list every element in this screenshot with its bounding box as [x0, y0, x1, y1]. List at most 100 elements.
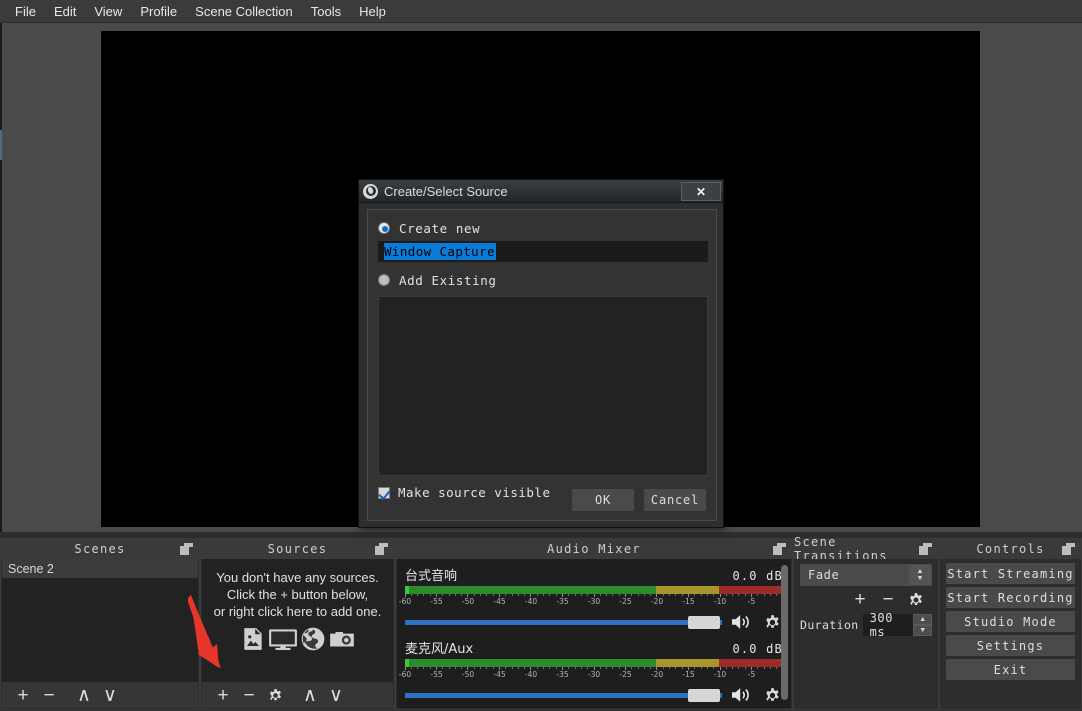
menu-item-help[interactable]: Help — [350, 1, 395, 22]
float-panel-icon[interactable] — [375, 543, 388, 555]
exit-button[interactable]: Exit — [946, 659, 1075, 680]
scale-tick-minor — [524, 594, 526, 596]
audio-mixer-body: 台式音响 0.0 dB -60 -55 -50 -45 -40 -35 -30 -25 -20 -… — [397, 559, 791, 708]
transition-tools: + − — [800, 589, 932, 611]
sources-add-button[interactable]: + — [210, 683, 236, 707]
audio-track-db: 0.0 dB — [732, 569, 783, 583]
existing-sources-list[interactable] — [378, 296, 708, 476]
scale-tick-label: -10 — [713, 670, 727, 679]
scale-tick-minor — [543, 667, 545, 669]
ok-button[interactable]: OK — [572, 489, 634, 511]
studio-mode-button[interactable]: Studio Mode — [946, 611, 1075, 632]
transition-add-button[interactable]: + — [848, 589, 872, 611]
duration-stepper[interactable]: 300 ms ▲ ▼ — [862, 611, 932, 639]
menu-item-file[interactable]: File — [6, 1, 45, 22]
sources-move-up-button[interactable]: ∧ — [297, 683, 323, 707]
scenes-title-text: Scenes — [74, 542, 126, 556]
menu-item-view[interactable]: View — [85, 1, 131, 22]
scale-tick-label: -35 — [556, 597, 569, 606]
mixer-scrollbar[interactable] — [781, 565, 788, 700]
transition-remove-button[interactable]: − — [876, 589, 900, 611]
scale-tick-minor — [492, 667, 494, 669]
scale-tick-minor — [417, 667, 419, 669]
scale-tick-minor — [612, 594, 614, 596]
sources-move-down-button[interactable]: ∨ — [323, 683, 349, 707]
scenes-panel: Scenes Scene 2 + − ∧ ∨ — [0, 538, 200, 710]
audio-level-meter — [405, 659, 783, 667]
preview-left-edge — [0, 23, 2, 532]
audio-track: 台式音响 0.0 dB -60 -55 -50 -45 -40 -35 -30 -25 -20 -… — [399, 565, 785, 632]
make-source-visible-checkbox[interactable] — [378, 486, 390, 499]
scale-tick-label: -20 — [650, 670, 664, 679]
scale-tick-minor — [543, 594, 545, 596]
transition-properties-button[interactable] — [904, 589, 928, 611]
transition-select-value: Fade — [808, 568, 840, 582]
volume-slider-handle[interactable] — [688, 616, 720, 629]
scale-tick-minor — [480, 594, 482, 596]
start-recording-button[interactable]: Start Recording — [946, 587, 1075, 608]
scenes-move-down-button[interactable]: ∨ — [97, 683, 123, 707]
sources-remove-button[interactable]: − — [236, 683, 262, 707]
add-existing-radio[interactable] — [378, 274, 390, 286]
scale-tick-minor — [757, 667, 759, 669]
create-new-radio-row[interactable]: Create new — [378, 219, 706, 237]
scale-tick-minor — [410, 667, 412, 669]
source-name-input[interactable]: Window Capture — [378, 241, 708, 262]
float-panel-icon[interactable] — [919, 543, 932, 555]
volume-slider-handle[interactable] — [688, 689, 720, 702]
scenes-remove-button[interactable]: − — [36, 683, 62, 707]
add-existing-radio-row[interactable]: Add Existing — [378, 271, 706, 289]
gear-icon[interactable] — [764, 614, 781, 631]
scale-tick-minor — [423, 667, 425, 669]
cancel-button[interactable]: Cancel — [644, 489, 706, 511]
scale-tick-label: -50 — [461, 670, 475, 679]
sources-empty-state[interactable]: You don't have any sources. Click the + … — [202, 559, 393, 682]
chevron-updown-icon[interactable]: ▲ ▼ — [909, 565, 931, 585]
source-name-value: Window Capture — [384, 243, 496, 260]
scenes-move-up-button[interactable]: ∧ — [71, 683, 97, 707]
scale-tick-minor — [454, 594, 456, 596]
sources-properties-button[interactable] — [262, 683, 288, 707]
preview-left-accent — [0, 130, 2, 160]
scale-tick-minor — [517, 667, 519, 669]
scale-tick-minor — [524, 667, 526, 669]
duration-row: Duration 300 ms ▲ ▼ — [800, 611, 932, 639]
scale-tick-minor — [461, 594, 463, 596]
obs-studio-window: File Edit View Profile Scene Collection … — [0, 0, 1082, 711]
scene-list[interactable]: Scene 2 — [2, 559, 198, 682]
dialog-titlebar[interactable]: Create/Select Source ✕ — [359, 180, 723, 203]
volume-slider[interactable] — [405, 688, 722, 702]
volume-slider[interactable] — [405, 615, 722, 629]
transition-select[interactable]: Fade ▲ ▼ — [800, 564, 932, 586]
scene-transitions-panel: Scene Transitions Fade ▲ ▼ + − Duration … — [793, 535, 939, 710]
menu-item-scene-collection[interactable]: Scene Collection — [186, 1, 302, 22]
scenes-add-button[interactable]: + — [10, 683, 36, 707]
chevron-down-icon[interactable]: ▼ — [913, 625, 932, 636]
close-icon[interactable]: ✕ — [681, 182, 721, 201]
scale-tick-label: -15 — [682, 597, 695, 606]
scale-tick-minor — [732, 667, 734, 669]
scene-list-item[interactable]: Scene 2 — [2, 559, 198, 578]
scale-tick-minor — [681, 594, 683, 596]
scale-tick-minor — [574, 667, 576, 669]
scale-tick-minor — [725, 667, 727, 669]
float-panel-icon[interactable] — [773, 543, 786, 555]
scale-tick-minor — [669, 667, 671, 669]
menu-item-edit[interactable]: Edit — [45, 1, 85, 22]
scale-tick-minor — [618, 667, 620, 669]
chevron-up-icon[interactable]: ▲ — [913, 614, 932, 625]
scale-tick-label: -50 — [461, 597, 475, 606]
gear-icon[interactable] — [764, 687, 781, 704]
float-panel-icon[interactable] — [180, 543, 193, 555]
scale-tick-minor — [473, 667, 475, 669]
create-new-radio[interactable] — [378, 222, 390, 234]
audio-track: 麦克风/Aux 0.0 dB -60 -55 -50 -45 -40 -35 -30 -25 -… — [399, 638, 785, 705]
settings-button[interactable]: Settings — [946, 635, 1075, 656]
menu-item-tools[interactable]: Tools — [302, 1, 350, 22]
speaker-icon[interactable] — [730, 685, 754, 705]
float-panel-icon[interactable] — [1062, 543, 1075, 555]
start-streaming-button[interactable]: Start Streaming — [946, 563, 1075, 584]
menu-item-profile[interactable]: Profile — [131, 1, 186, 22]
speaker-icon[interactable] — [730, 612, 754, 632]
audio-track-name: 麦克风/Aux — [405, 642, 474, 657]
